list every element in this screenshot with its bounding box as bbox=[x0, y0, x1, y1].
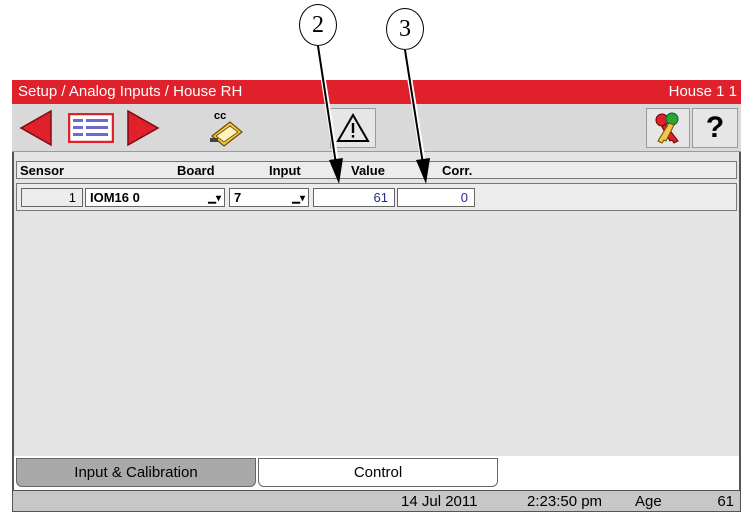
status-bar: 14 Jul 2011 2:23:50 pm Age 61 bbox=[12, 490, 741, 512]
tab-control[interactable]: Control bbox=[258, 458, 498, 487]
status-time: 2:23:50 pm bbox=[527, 493, 603, 510]
status-age-label: Age bbox=[635, 493, 662, 510]
callout-3-arrow bbox=[402, 49, 430, 184]
tab-input-calibration[interactable]: Input & Calibration bbox=[16, 458, 256, 487]
status-age-value: 61 bbox=[717, 493, 734, 510]
callout-2-arrow bbox=[315, 45, 343, 184]
callout-arrows bbox=[315, 45, 430, 184]
status-date: 14 Jul 2011 bbox=[401, 493, 478, 510]
